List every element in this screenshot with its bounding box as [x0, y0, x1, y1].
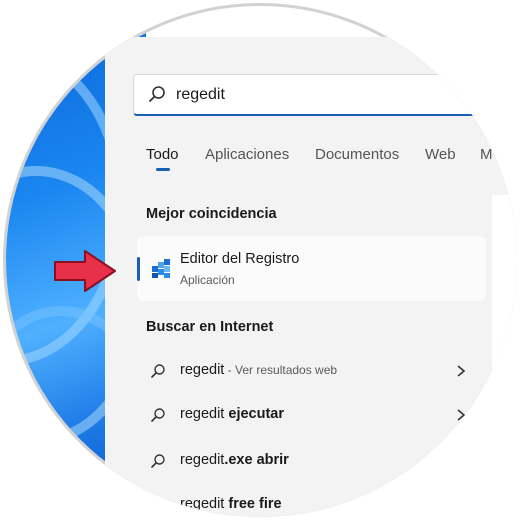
chevron-right-icon[interactable]: [456, 364, 466, 378]
best-match-card[interactable]: [137, 236, 486, 301]
best-match-subtitle: Aplicación: [180, 273, 235, 287]
web-result-row[interactable]: regedit.exe abrir: [150, 450, 480, 474]
web-result-text: regedit: [180, 496, 229, 512]
registry-editor-icon: [152, 259, 170, 278]
search-icon: [149, 86, 165, 102]
search-icon: [151, 454, 165, 468]
web-result-bold: ejecutar: [228, 406, 284, 422]
web-result-bold: free fire: [228, 496, 282, 512]
selection-accent-bar: [137, 257, 140, 281]
chevron-right-icon[interactable]: [456, 408, 466, 422]
search-query: regedit: [176, 86, 225, 103]
web-result-subtext: - Ver resultados web: [224, 363, 338, 377]
active-tab-indicator: [156, 168, 170, 171]
search-icon: [151, 498, 165, 512]
pointer-arrow-icon: [54, 250, 116, 292]
web-result-row[interactable]: regedit free fire: [150, 494, 480, 517]
search-input[interactable]: regedit: [133, 74, 473, 116]
tab-aplicaciones[interactable]: Aplicaciones: [205, 146, 289, 163]
web-result-text: regedit: [180, 362, 225, 378]
web-search-heading: Buscar en Internet: [146, 319, 274, 335]
web-result-text: regedit: [180, 406, 229, 422]
tab-more[interactable]: M: [480, 146, 493, 163]
best-match-heading: Mejor coincidencia: [146, 206, 277, 222]
web-result-row[interactable]: regedit ejecutar: [150, 404, 480, 428]
tab-documentos[interactable]: Documentos: [315, 146, 399, 163]
web-result-bold: .exe abrir: [224, 452, 289, 468]
search-icon: [151, 364, 165, 378]
circle-clip: regedit Todo Aplicaciones Documentos Web…: [3, 3, 517, 517]
web-result-row[interactable]: regedit - Ver resultados web: [150, 360, 480, 384]
tab-todo[interactable]: Todo: [146, 146, 179, 163]
preview-pane: [492, 195, 517, 515]
best-match-title: Editor del Registro: [180, 251, 300, 267]
search-icon: [151, 408, 165, 422]
tab-web[interactable]: Web: [425, 146, 456, 163]
web-result-text: regedit: [180, 452, 225, 468]
